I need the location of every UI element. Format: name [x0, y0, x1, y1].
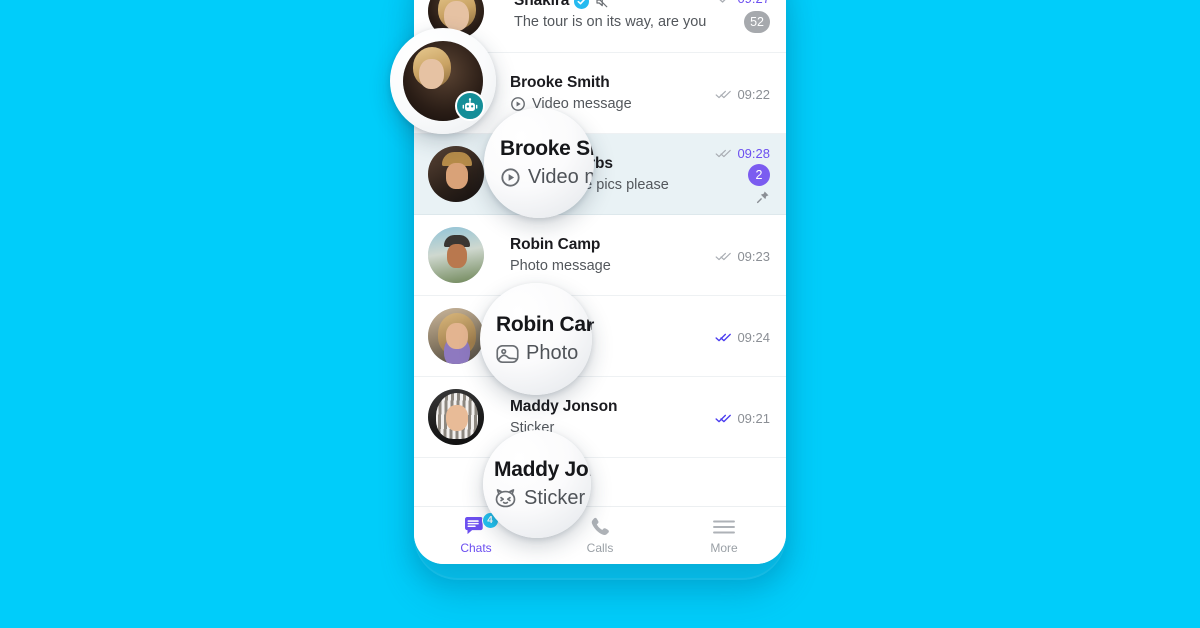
sent-check-icon [718, 0, 732, 4]
chat-list-item-martin[interactable]: Martin Kuerbs Send me the pics please 09… [414, 134, 786, 215]
chat-status-row: 09:24 [715, 330, 770, 345]
chat-name: Shakira [514, 0, 570, 9]
chat-time: 09:23 [737, 248, 770, 264]
chat-meta: 09:28 2 [708, 144, 770, 205]
lisa-avatar [428, 308, 484, 364]
chat-title-row: Maddy Jonson [510, 398, 708, 416]
avatar [428, 389, 484, 445]
hamburger-icon [712, 516, 736, 538]
sticker-cat-icon [494, 488, 517, 509]
chat-meta: 09:21 [708, 409, 770, 426]
magnified-preview-text: Video message [528, 166, 594, 188]
chat-meta: 09:24 [708, 328, 770, 345]
read-check-icon [715, 413, 732, 424]
chat-text-block: Brooke Smith Video message [484, 74, 708, 112]
maddy-avatar [428, 389, 484, 445]
chat-name: Maddy Jonson [510, 398, 618, 415]
delivered-check-icon [715, 148, 732, 159]
chat-time: 09:24 [737, 329, 770, 345]
magnified-preview-text: Photo [526, 342, 579, 364]
chat-meta: 09:27 52 [708, 0, 770, 33]
magnified-chat-preview: Video message [500, 166, 594, 189]
chat-text-block: Maddy Jonson Sticker [484, 398, 708, 436]
nav-item-more[interactable]: More [662, 516, 786, 555]
magnified-chat-name: Maddy Jonson [494, 458, 591, 481]
chat-title-row: Shakira [514, 0, 708, 10]
magnified-chat-name: Brooke Smith [500, 137, 594, 160]
magnified-chat-preview: Sticker [494, 487, 591, 510]
chat-text-block: Robin Camp Photo message [484, 236, 708, 274]
chat-title-row: Robin Camp [510, 236, 708, 254]
chat-list-item-maddy[interactable]: Maddy Jonson Sticker 09:21 [414, 377, 786, 458]
chat-status-row: 09:22 [715, 87, 770, 102]
unread-badge: 52 [744, 11, 770, 33]
magnifier-shakira-avatar [390, 28, 496, 134]
avatar [428, 146, 484, 202]
chat-time: 09:28 [737, 145, 770, 161]
pin-icon [755, 190, 770, 205]
chat-preview: Photo message [510, 258, 611, 274]
chat-title-row: Brooke Smith [510, 74, 708, 92]
delivered-check-icon [715, 251, 732, 262]
chats-bubble-icon: 4 [463, 512, 499, 538]
chat-status-row: 09:27 [718, 0, 770, 6]
chat-text-block: Shakira The tour is on its way, are you [484, 0, 708, 30]
phone-icon [589, 516, 611, 538]
verified-badge-icon [574, 0, 590, 9]
play-circle-icon [500, 167, 521, 188]
chat-meta: 09:22 [708, 85, 770, 102]
chat-time: 09:22 [737, 86, 770, 102]
chat-time: 09:21 [737, 410, 770, 426]
martin-avatar [428, 146, 484, 202]
read-check-icon [715, 332, 732, 343]
nav-label-more: More [710, 541, 738, 555]
magnified-chat-preview: Photo [496, 342, 592, 365]
chat-meta: 09:23 [708, 247, 770, 264]
chat-time: 09:27 [737, 0, 770, 6]
bottom-navigation[interactable]: 4 Chats Calls More [414, 506, 786, 564]
mute-icon [594, 0, 609, 9]
screenshot-stage: Jake: Loved it 3 Shakira [0, 0, 1200, 628]
chat-list-item-lisa[interactable]: Lisa Cantor Typing… 09:24 [414, 296, 786, 377]
chat-list-item-robin[interactable]: Robin Camp Photo message 09:23 [414, 215, 786, 296]
avatar [428, 227, 484, 283]
magnified-preview-text: Sticker [524, 487, 586, 509]
unread-badge: 2 [748, 163, 770, 186]
chat-status-row: 09:23 [715, 249, 770, 264]
avatar [428, 308, 484, 364]
bot-badge-icon [455, 91, 485, 121]
magnifier-maddy-row: Maddy Jonson Sticker [483, 430, 591, 538]
magnified-chat-name: Robin Camp [496, 313, 592, 336]
magnifier-robin-row: Robin Camp Photo [480, 283, 592, 395]
chat-status-row: 09:21 [715, 411, 770, 426]
chat-name: Brooke Smith [510, 74, 610, 91]
magnifier-brooke-row: Brooke Smith Video message [484, 108, 594, 218]
robin-avatar [428, 227, 484, 283]
chat-name: Robin Camp [510, 236, 601, 253]
nav-label-calls: Calls [586, 541, 614, 555]
avatar [403, 41, 485, 121]
chat-status-row: 09:28 [715, 146, 770, 161]
nav-label-chats: Chats [460, 541, 492, 555]
delivered-check-icon [715, 89, 732, 100]
photo-icon [496, 344, 519, 364]
chat-preview: The tour is on its way, are you [514, 14, 707, 30]
